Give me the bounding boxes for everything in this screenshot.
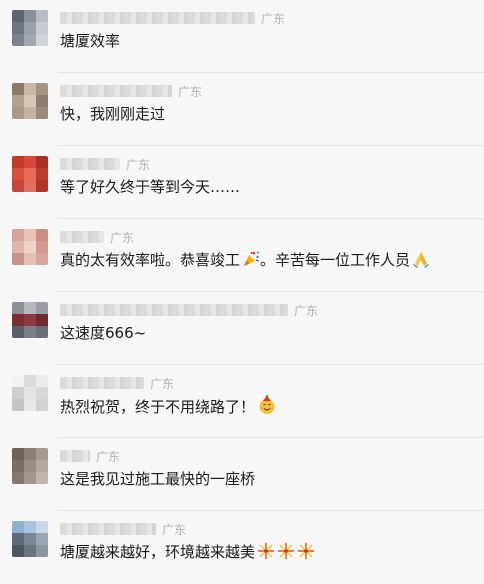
avatar[interactable]: [12, 156, 48, 192]
blurred-username[interactable]: [60, 12, 255, 24]
comment-text: 塘厦效率: [60, 32, 121, 50]
avatar[interactable]: [12, 302, 48, 338]
comment-meta: 广东: [60, 375, 174, 391]
list-item[interactable]: 广东 热烈祝贺，终于不用绕路了！: [0, 365, 484, 438]
avatar[interactable]: [12, 10, 48, 46]
fireworks-icon: [277, 542, 295, 566]
blurred-username[interactable]: [60, 85, 172, 97]
location-label: 广东: [126, 157, 151, 172]
comment-meta: 广东: [60, 521, 186, 537]
location-label: 广东: [162, 522, 187, 537]
comment-meta: 广东: [60, 229, 134, 245]
comment-text: 快，我刚刚走过: [60, 105, 166, 123]
list-item[interactable]: 广东 这速度666~: [0, 292, 484, 365]
location-label: 广东: [294, 303, 319, 318]
face-with-party-hat-icon: [257, 394, 277, 421]
blurred-username[interactable]: [60, 450, 90, 462]
avatar[interactable]: [12, 83, 48, 119]
comment-text: 这是我见过施工最快的一座桥: [60, 470, 256, 488]
avatar[interactable]: [12, 521, 48, 557]
comment-text: 塘厦越来越好，环境越来越美: [60, 541, 476, 566]
comment-meta: 广东: [60, 83, 202, 99]
list-item[interactable]: 广东 等了好久终于等到今天……: [0, 146, 484, 219]
comment-text: 等了好久终于等到今天……: [60, 178, 241, 196]
blurred-username[interactable]: [60, 158, 120, 170]
comment-text: 真的太有效率啦。恭喜竣工 。辛苦每一位工作人员: [60, 249, 476, 274]
location-label: 广东: [261, 11, 286, 26]
list-item[interactable]: 广东 真的太有效率啦。恭喜竣工 。辛苦每一位工作人员: [0, 219, 484, 292]
location-label: 广东: [178, 84, 203, 99]
avatar[interactable]: [12, 375, 48, 411]
comment-text: 热烈祝贺，终于不用绕路了！: [60, 394, 476, 421]
comment-text: 这速度666~: [60, 324, 147, 342]
list-item[interactable]: 广东 塘厦越来越好，环境越来越美: [0, 511, 484, 584]
location-label: 广东: [150, 376, 175, 391]
party-popper-icon: [242, 250, 260, 274]
folded-hands-icon: [412, 250, 430, 274]
avatar[interactable]: [12, 448, 48, 484]
list-item[interactable]: 广东 塘厦效率: [0, 0, 484, 73]
comment-list: 广东 塘厦效率 广东 快，我刚刚走过 广东 等了好久终于等到今天…… 广东 真的…: [0, 0, 484, 584]
location-label: 广东: [110, 230, 135, 245]
comment-meta: 广东: [60, 302, 318, 318]
location-label: 广东: [96, 449, 121, 464]
blurred-username[interactable]: [60, 377, 144, 389]
blurred-username[interactable]: [60, 304, 288, 316]
blurred-username[interactable]: [60, 523, 156, 535]
comment-meta: 广东: [60, 10, 285, 26]
fireworks-icon: [297, 542, 315, 566]
comment-meta: 广东: [60, 448, 120, 464]
blurred-username[interactable]: [60, 231, 104, 243]
comment-meta: 广东: [60, 156, 150, 172]
list-item[interactable]: 广东 快，我刚刚走过: [0, 73, 484, 146]
avatar[interactable]: [12, 229, 48, 265]
fireworks-icon: [257, 542, 275, 566]
list-item[interactable]: 广东 这是我见过施工最快的一座桥: [0, 438, 484, 511]
